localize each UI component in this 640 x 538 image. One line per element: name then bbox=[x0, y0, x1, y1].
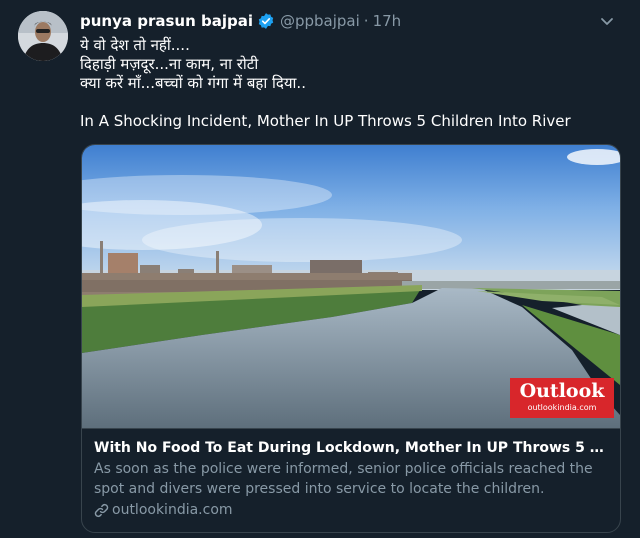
tweet[interactable]: punya prasun bajpai @ppbajpai · 17h ये व… bbox=[0, 0, 640, 538]
link-card[interactable]: Outlook outlookindia.com With No Food To… bbox=[81, 144, 621, 533]
avatar[interactable] bbox=[18, 11, 68, 61]
tweet-text-line bbox=[80, 93, 620, 112]
tweet-text-line: In A Shocking Incident, Mother In UP Thr… bbox=[80, 112, 571, 130]
tweet-text: ये वो देश तो नहीं.... दिहाड़ी मज़दूर...न… bbox=[80, 36, 620, 131]
tweet-text-line: क्या करें माँ...बच्चों को गंगा में बहा द… bbox=[80, 74, 306, 92]
card-body[interactable]: With No Food To Eat During Lockdown, Mot… bbox=[82, 428, 620, 520]
badge-title: Outlook bbox=[519, 380, 605, 402]
tweet-header: punya prasun bajpai @ppbajpai · 17h bbox=[80, 11, 401, 31]
chevron-down-icon[interactable] bbox=[598, 12, 616, 30]
verified-badge-icon bbox=[258, 13, 274, 29]
card-title[interactable]: With No Food To Eat During Lockdown, Mot… bbox=[94, 438, 608, 458]
outlook-logo-badge: Outlook outlookindia.com bbox=[510, 378, 614, 418]
tweet-text-line: दिहाड़ी मज़दूर...ना काम, ना रोटी bbox=[80, 55, 259, 73]
user-handle[interactable]: @ppbajpai bbox=[280, 11, 360, 31]
card-description: As soon as the police were informed, sen… bbox=[94, 461, 593, 497]
timestamp[interactable]: 17h bbox=[373, 11, 402, 31]
link-icon bbox=[94, 503, 109, 517]
display-name[interactable]: punya prasun bajpai bbox=[80, 11, 253, 31]
badge-subtitle: outlookindia.com bbox=[527, 403, 597, 412]
card-domain-text[interactable]: outlookindia.com bbox=[112, 500, 233, 520]
separator-dot: · bbox=[363, 12, 369, 30]
card-domain[interactable]: outlookindia.com bbox=[94, 500, 608, 520]
card-image[interactable]: Outlook outlookindia.com bbox=[82, 145, 620, 428]
tweet-text-line: ये वो देश तो नहीं.... bbox=[80, 36, 190, 54]
